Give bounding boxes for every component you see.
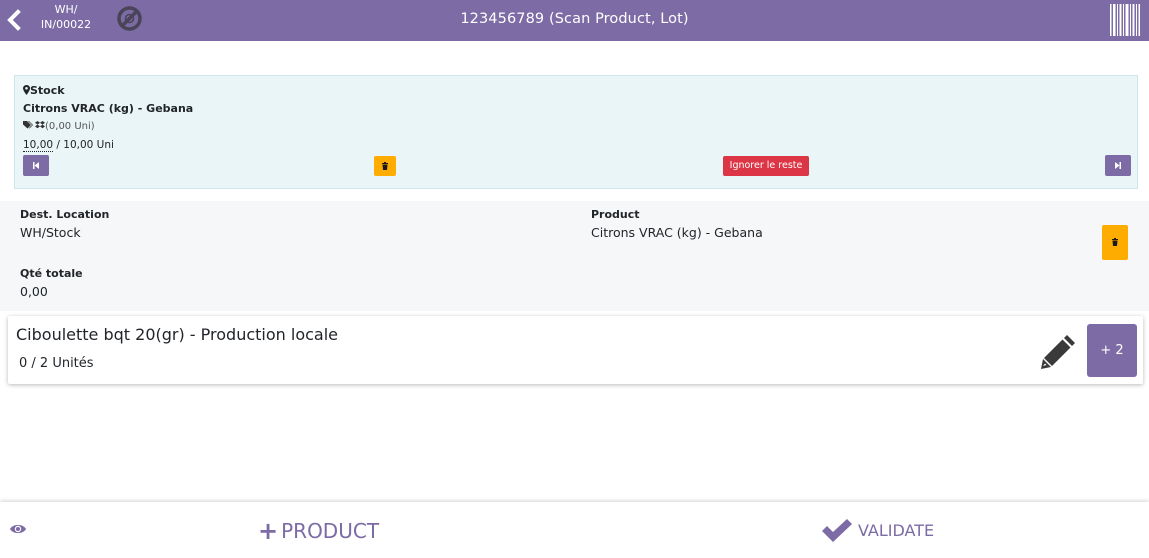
plus-icon: + [258, 517, 279, 545]
check-icon [822, 519, 852, 542]
line-details: Dest. Location WH/Stock Product Citrons … [0, 201, 1149, 311]
package-info: (0,00 Uni) [23, 121, 95, 132]
top-bar: WH/ IN/00022 123456789 (Scan Product, Lo… [0, 0, 1149, 41]
step-backward-icon [33, 162, 39, 169]
product-value: Citrons VRAC (kg) - Gebana [591, 225, 763, 240]
qty-done: 10,00 [23, 139, 54, 152]
dest-location-label: Dest. Location [20, 208, 110, 221]
add-product-label: PRODUCT [281, 519, 380, 543]
next-line-button[interactable] [1105, 155, 1131, 176]
increment-quantity-button[interactable]: + 2 [1087, 324, 1137, 377]
total-qty-label: Qté totale [20, 267, 83, 280]
package-qty: (0,00 Uni) [45, 121, 95, 132]
product-quantity: 0 / 2 Unités [19, 356, 94, 371]
step-forward-icon [1115, 162, 1121, 169]
dest-location-value: WH/Stock [20, 225, 81, 240]
validate-button[interactable]: VALIDATE [820, 519, 934, 543]
pencil-icon[interactable] [1040, 332, 1078, 370]
total-qty-value: 0,00 [20, 284, 48, 299]
validate-label: VALIDATE [858, 521, 935, 540]
source-location-label: Stock [30, 84, 65, 97]
move-line-product: Citrons VRAC (kg) - Gebana [23, 102, 194, 115]
product-label: Product [591, 208, 640, 221]
qty-total: / 10,00 Uni [53, 139, 114, 151]
move-line-card[interactable]: Stock Citrons VRAC (kg) - Gebana (0,00 U… [14, 75, 1138, 189]
eye-icon[interactable] [9, 522, 27, 536]
dropbox-icon [35, 121, 45, 129]
move-line-quantity: 10,00 / 10,00 Uni [23, 139, 114, 152]
product-name: Ciboulette bqt 20(gr) - Production local… [16, 325, 338, 344]
tags-icon [23, 121, 33, 129]
trash-icon [382, 162, 388, 170]
ignore-rest-button[interactable]: Ignorer le reste [723, 156, 809, 176]
page-title: 123456789 (Scan Product, Lot) [460, 11, 689, 27]
delete-button[interactable] [1102, 225, 1128, 260]
delete-line-button[interactable] [374, 156, 396, 176]
bottom-bar: + PRODUCT VALIDATE [0, 502, 1149, 558]
map-marker-icon [23, 85, 30, 95]
add-product-button[interactable]: + PRODUCT [258, 519, 379, 543]
source-location: Stock [23, 84, 65, 97]
product-card[interactable]: Ciboulette bqt 20(gr) - Production local… [8, 316, 1143, 384]
barcode-icon[interactable] [1109, 3, 1141, 37]
previous-line-button[interactable] [23, 155, 49, 176]
trash-icon [1112, 238, 1118, 246]
